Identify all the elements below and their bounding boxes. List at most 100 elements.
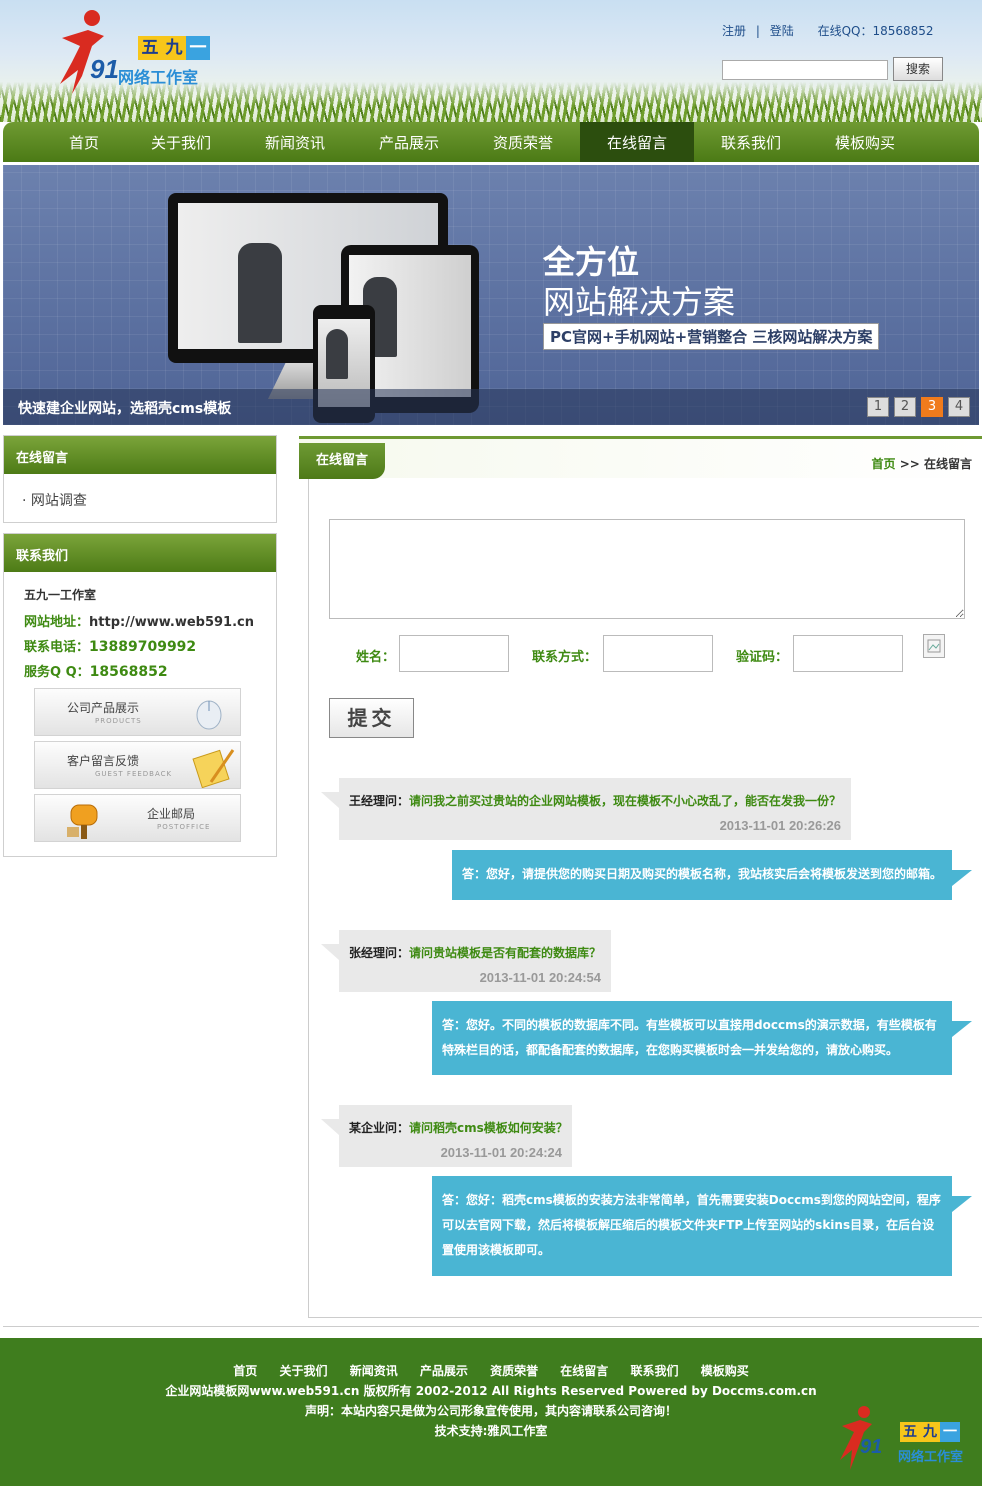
answer-bubble: 答：您好：稻壳cms模板的安装方法非常简单，首先需要安装Doccms到您的网站空…: [432, 1176, 972, 1276]
site-logo[interactable]: 91 五 九 一 网络工作室: [52, 6, 232, 96]
logo-number: 91: [860, 1436, 883, 1458]
footer-copyright: 企业网站模板网www.web591.cn 版权所有 2002-2012 All …: [165, 1384, 817, 1398]
top-links: 注册 | 登陆 在线QQ：18568852: [722, 22, 940, 39]
question-time: 2013-11-01 20:24:54: [479, 970, 601, 985]
banner-caption-bar: 快速建企业网站，选稻壳cms模板 1 2 3 4: [3, 389, 979, 425]
products-button[interactable]: 公司产品展示 PRODUCTS: [34, 688, 241, 736]
logo-box-3: 一: [940, 1422, 960, 1442]
logo-box-1: 五: [138, 36, 162, 60]
footer-link-products[interactable]: 产品展示: [420, 1364, 468, 1378]
question-author: 张经理问：: [349, 946, 410, 960]
feedback-button[interactable]: 客户留言反馈 GUEST FEEDBACK: [34, 741, 241, 789]
submit-button[interactable]: 提交: [329, 698, 414, 738]
main-header: 在线留言 首页 >> 在线留言: [299, 436, 982, 479]
footer-nav: 首页 关于我们 新闻资讯 产品展示 资质荣誉 在线留言 联系我们 模板购买: [0, 1362, 982, 1379]
login-link[interactable]: 登陆: [770, 24, 794, 38]
bullet-icon: ·: [22, 493, 31, 509]
question-bubble: 某企业问：请问稻壳cms模板如何安装？ 2013-11-01 20:24:24: [321, 1105, 572, 1167]
captcha-field[interactable]: [793, 635, 903, 672]
search-input[interactable]: [722, 60, 888, 80]
sidebar-item-label: 网站调查: [30, 493, 87, 509]
banner-grid: [3, 165, 979, 425]
products-button-sub: PRODUCTS: [95, 717, 142, 725]
footer-link-news[interactable]: 新闻资讯: [350, 1364, 398, 1378]
hero-banner[interactable]: 全方位 网站解决方案 PC官网+手机网站+营销整合 三核网站解决方案 快速建企业…: [3, 165, 979, 425]
logo-box-3: 一: [186, 36, 210, 60]
notepad-icon: [192, 749, 235, 788]
logo-box-1: 五: [900, 1422, 920, 1442]
phone-value: 13889709992: [89, 639, 197, 655]
sidebar-item-survey[interactable]: · 网站调查: [4, 474, 276, 524]
answer-text: 答：您好：稻壳cms模板的安装方法非常简单，首先需要安装Doccms到您的网站空…: [442, 1193, 941, 1257]
search-button[interactable]: 搜索: [893, 57, 943, 81]
question-text: 请问我之前买过贵站的企业网站模板，现在模板不小心改乱了，能否在发我一份？: [409, 794, 842, 808]
nav-item-about[interactable]: 关于我们: [124, 122, 238, 162]
footer-divider: [3, 1326, 979, 1338]
main-nav: 首页 关于我们 新闻资讯 产品展示 资质荣誉 在线留言 联系我们 模板购买: [3, 122, 979, 162]
logo-subtitle: 网络工作室: [118, 68, 199, 87]
nav-item-products[interactable]: 产品展示: [352, 122, 466, 162]
breadcrumb-separator: >>: [899, 457, 920, 471]
footer-link-home[interactable]: 首页: [233, 1364, 257, 1378]
nav-item-honors[interactable]: 资质荣誉: [466, 122, 580, 162]
studio-name: 五九一工作室: [24, 588, 97, 602]
message-textarea[interactable]: [329, 519, 965, 619]
link-separator: |: [755, 24, 760, 38]
captcha-image[interactable]: [923, 634, 945, 658]
footer-support: 技术支持:雅风工作室: [434, 1424, 548, 1438]
contact-label: 联系方式：: [532, 650, 598, 665]
answer-text: 答：您好，请提供您的购买日期及购买的模板名称，我站核实后会将模板发送到您的邮箱。: [462, 867, 943, 881]
slide-dot-2[interactable]: 2: [894, 397, 916, 417]
products-button-label: 公司产品展示: [67, 701, 140, 715]
question-text: 请问稻壳cms模板如何安装？: [409, 1121, 568, 1135]
footer-link-buy[interactable]: 模板购买: [701, 1364, 749, 1378]
mail-button-sub: POSTOFFICE: [157, 823, 211, 831]
name-label: 姓名：: [356, 650, 396, 665]
question-time: 2013-11-01 20:24:24: [440, 1145, 562, 1160]
nav-item-buy-template[interactable]: 模板购买: [808, 122, 922, 162]
register-link[interactable]: 注册: [722, 24, 746, 38]
section-tab: 在线留言: [299, 443, 385, 479]
mouse-icon: [196, 700, 222, 730]
slide-dot-3[interactable]: 3: [921, 397, 943, 417]
website-value[interactable]: http://www.web591.cn: [89, 615, 254, 630]
captcha-label: 验证码：: [736, 650, 789, 665]
contact-field[interactable]: [603, 635, 713, 672]
footer-link-honors[interactable]: 资质荣誉: [490, 1364, 538, 1378]
banner-title-2: 网站解决方案: [543, 283, 736, 321]
sidebar-contact-box: 联系我们 五九一工作室 网站地址：http://www.web591.cn 联系…: [3, 533, 277, 857]
question-bubble: 王经理问：请问我之前买过贵站的企业网站模板，现在模板不小心改乱了，能否在发我一份…: [321, 778, 851, 840]
site-footer: 首页 关于我们 新闻资讯 产品展示 资质荣誉 在线留言 联系我们 模板购买 企业…: [0, 1338, 982, 1486]
question-text: 请问贵站模板是否有配套的数据库？: [409, 946, 602, 960]
footer-link-guestbook[interactable]: 在线留言: [560, 1364, 608, 1378]
slide-dot-4[interactable]: 4: [948, 397, 970, 417]
service-qq-label: 服务Q Q：: [24, 665, 90, 680]
nav-item-contact[interactable]: 联系我们: [694, 122, 808, 162]
footer-link-about[interactable]: 关于我们: [279, 1364, 327, 1378]
phone-label: 联系电话：: [24, 640, 90, 655]
service-qq-value: 18568852: [89, 664, 168, 680]
banner-subtitle: PC官网+手机网站+营销整合 三核网站解决方案: [543, 323, 880, 350]
name-field[interactable]: [399, 635, 509, 672]
logo-number: 91: [90, 54, 119, 84]
sidebar-box-title: 在线留言: [4, 436, 276, 474]
footer-statement: 声明：本站内容只是做为公司形象宣传使用，其内容请联系公司咨询！: [304, 1404, 677, 1418]
banner-caption: 快速建企业网站，选稻壳cms模板: [18, 401, 232, 417]
site-header: 91 五 九 一 网络工作室 注册 | 登陆 在线QQ：18568852 搜索: [0, 0, 982, 122]
feedback-button-label: 客户留言反馈: [67, 754, 140, 768]
footer-link-contact[interactable]: 联系我们: [631, 1364, 679, 1378]
nav-item-guestbook[interactable]: 在线留言: [580, 122, 694, 162]
breadcrumb: 首页 >> 在线留言: [871, 455, 972, 472]
website-label: 网站地址：: [24, 615, 90, 630]
answer-bubble: 答：您好。不同的模板的数据库不同。有些模板可以直接用doccms的演示数据，有些…: [432, 1001, 972, 1075]
slide-dot-1[interactable]: 1: [867, 397, 889, 417]
breadcrumb-current: 在线留言: [923, 457, 972, 471]
breadcrumb-home[interactable]: 首页: [871, 457, 895, 471]
answer-text: 答：您好。不同的模板的数据库不同。有些模板可以直接用doccms的演示数据，有些…: [442, 1018, 937, 1057]
logo-box-2: 九: [162, 36, 186, 60]
question-author: 王经理问：: [349, 794, 410, 808]
mail-button[interactable]: 企业邮局 POSTOFFICE: [34, 794, 241, 842]
sidebar-box-title: 联系我们: [4, 534, 276, 572]
nav-item-news[interactable]: 新闻资讯: [238, 122, 352, 162]
answer-bubble: 答：您好，请提供您的购买日期及购买的模板名称，我站核实后会将模板发送到您的邮箱。: [452, 850, 972, 900]
